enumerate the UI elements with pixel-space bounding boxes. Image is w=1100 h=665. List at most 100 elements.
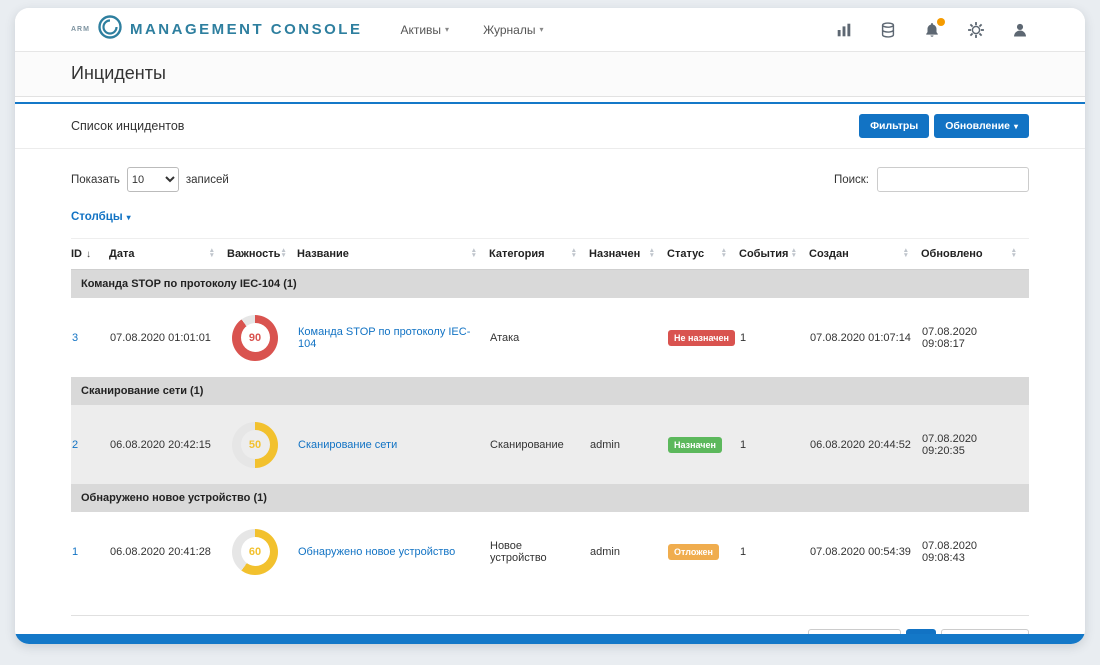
sort-desc-icon: ↓ xyxy=(86,249,91,260)
incident-title-link[interactable]: Команда STOP по протоколу IEC-104 xyxy=(298,326,470,350)
incidents-table-wrap: ID↓ Дата▲▼ Важность▲▼ Название▲▼ Категор… xyxy=(71,238,1029,591)
header-updated-label: Обновлено xyxy=(921,248,983,260)
filters-button-label: Фильтры xyxy=(870,120,918,132)
group-header-row: Обнаружено новое устройство (1) xyxy=(71,484,1029,512)
header-assignee-label: Назначен xyxy=(589,248,640,260)
incidents-table: ID↓ Дата▲▼ Важность▲▼ Название▲▼ Категор… xyxy=(71,238,1029,591)
records-label: записей xyxy=(186,174,229,186)
header-status[interactable]: Статус▲▼ xyxy=(667,239,739,270)
sort-icon: ▲▼ xyxy=(903,249,921,258)
status-badge: Не назначен xyxy=(668,330,735,346)
header-updated[interactable]: Обновлено ▲▼ xyxy=(921,239,1029,270)
incident-updated: 07.08.2020 09:20:35 xyxy=(921,405,1029,484)
header-title-label: Название xyxy=(297,248,349,260)
incident-category: Новое устройство xyxy=(489,512,589,591)
window-accent-bar xyxy=(15,634,1085,644)
severity-gauge: 90 xyxy=(232,315,278,361)
app-window: ARM MANAGEMENT CONSOLE Активы ▾ Журналы … xyxy=(15,8,1085,644)
page-size-select[interactable]: 10 xyxy=(127,167,179,192)
menu-assets-label: Активы xyxy=(400,23,441,37)
table-row[interactable]: 1 06.08.2020 20:41:28 60 Обнаружено ново… xyxy=(71,512,1029,591)
stats-icon[interactable] xyxy=(835,21,853,39)
chevron-down-icon: ▾ xyxy=(539,25,543,34)
search-control: Поиск: xyxy=(834,167,1029,192)
sort-icon: ▲▼ xyxy=(471,249,489,258)
arm-label: ARM xyxy=(71,26,90,33)
incident-date: 06.08.2020 20:42:15 xyxy=(109,405,227,484)
header-events-label: События xyxy=(739,248,788,260)
incident-assignee: admin xyxy=(589,405,667,484)
filters-button[interactable]: Фильтры xyxy=(859,114,929,138)
table-row[interactable]: 2 06.08.2020 20:42:15 50 Сканирование се… xyxy=(71,405,1029,484)
incident-id-link[interactable]: 2 xyxy=(72,439,78,451)
sort-icon: ▲▼ xyxy=(1011,249,1029,258)
bell-icon[interactable] xyxy=(923,21,941,39)
severity-value: 60 xyxy=(249,546,261,558)
table-controls: Показать 10 записей Поиск: xyxy=(15,149,1085,192)
incident-updated: 07.08.2020 09:08:43 xyxy=(921,512,1029,591)
incident-created: 07.08.2020 01:07:14 xyxy=(809,298,921,377)
search-input[interactable] xyxy=(877,167,1029,192)
incident-created: 06.08.2020 20:44:52 xyxy=(809,405,921,484)
status-badge: Назначен xyxy=(668,437,722,453)
incident-title-link[interactable]: Сканирование сети xyxy=(298,439,397,451)
header-severity-label: Важность xyxy=(227,248,280,260)
severity-gauge: 60 xyxy=(232,529,278,575)
header-id[interactable]: ID ↓ xyxy=(71,239,109,270)
incident-id-link[interactable]: 1 xyxy=(72,546,78,558)
brand-title: MANAGEMENT CONSOLE xyxy=(130,21,363,38)
columns-row: Столбцы ▾ xyxy=(15,192,1085,225)
group-header-row: Команда STOP по протоколу IEC-104 (1) xyxy=(71,270,1029,299)
header-events[interactable]: События▲▼ xyxy=(739,239,809,270)
incident-events: 1 xyxy=(739,405,809,484)
page-title-bar: Инциденты xyxy=(15,52,1085,97)
panel-header: Список инцидентов Фильтры Обновление ▾ xyxy=(15,104,1085,149)
incident-assignee: admin xyxy=(589,512,667,591)
user-icon[interactable] xyxy=(1011,21,1029,39)
incident-updated: 07.08.2020 09:08:17 xyxy=(921,298,1029,377)
header-date[interactable]: Дата▲▼ xyxy=(109,239,227,270)
refresh-button[interactable]: Обновление ▾ xyxy=(934,114,1029,138)
header-id-label: ID xyxy=(71,248,82,260)
database-icon[interactable] xyxy=(879,21,897,39)
header-created[interactable]: Создан▲▼ xyxy=(809,239,921,270)
show-label: Показать xyxy=(71,174,120,186)
menu-journals[interactable]: Журналы ▾ xyxy=(483,23,543,37)
header-title[interactable]: Название ▲▼ xyxy=(297,239,489,270)
panel-actions: Фильтры Обновление ▾ xyxy=(859,114,1029,138)
page-title: Инциденты xyxy=(71,63,1029,84)
incident-title-link[interactable]: Обнаружено новое устройство xyxy=(298,546,455,558)
gear-icon[interactable] xyxy=(967,21,985,39)
header-assignee[interactable]: Назначен ▲▼ xyxy=(589,239,667,270)
incident-category: Атака xyxy=(489,298,589,377)
group-label: Сканирование сети (1) xyxy=(71,377,1029,405)
chevron-down-icon: ▾ xyxy=(1014,122,1018,131)
incident-date: 06.08.2020 20:41:28 xyxy=(109,512,227,591)
table-row[interactable]: 3 07.08.2020 01:01:01 90 Команда STOP по… xyxy=(71,298,1029,377)
notification-badge xyxy=(937,18,945,26)
severity-value: 90 xyxy=(249,332,261,344)
sort-icon: ▲▼ xyxy=(721,249,739,258)
group-label: Обнаружено новое устройство (1) xyxy=(71,484,1029,512)
severity-value: 50 xyxy=(249,439,261,451)
chevron-down-icon: ▾ xyxy=(445,25,449,34)
group-header-row: Сканирование сети (1) xyxy=(71,377,1029,405)
status-badge: Отложен xyxy=(668,544,719,560)
sort-icon: ▲▼ xyxy=(649,249,667,258)
header-category[interactable]: Категория▲▼ xyxy=(489,239,589,270)
sort-icon: ▲▼ xyxy=(209,249,227,258)
menu-journals-label: Журналы xyxy=(483,23,535,37)
severity-gauge: 50 xyxy=(232,422,278,468)
incident-id-link[interactable]: 3 xyxy=(72,332,78,344)
table-header-row: ID↓ Дата▲▼ Важность▲▼ Название▲▼ Категор… xyxy=(71,239,1029,270)
columns-button[interactable]: Столбцы ▾ xyxy=(71,211,131,223)
header-severity[interactable]: Важность▲▼ xyxy=(227,239,297,270)
brand-logo[interactable]: ARM MANAGEMENT CONSOLE xyxy=(71,14,362,45)
refresh-button-label: Обновление xyxy=(945,120,1010,132)
menu-assets[interactable]: Активы ▾ xyxy=(400,23,449,37)
sort-icon: ▲▼ xyxy=(571,249,589,258)
columns-button-label: Столбцы xyxy=(71,211,123,223)
incident-events: 1 xyxy=(739,512,809,591)
incident-assignee xyxy=(589,298,667,377)
panel-title: Список инцидентов xyxy=(71,119,184,133)
